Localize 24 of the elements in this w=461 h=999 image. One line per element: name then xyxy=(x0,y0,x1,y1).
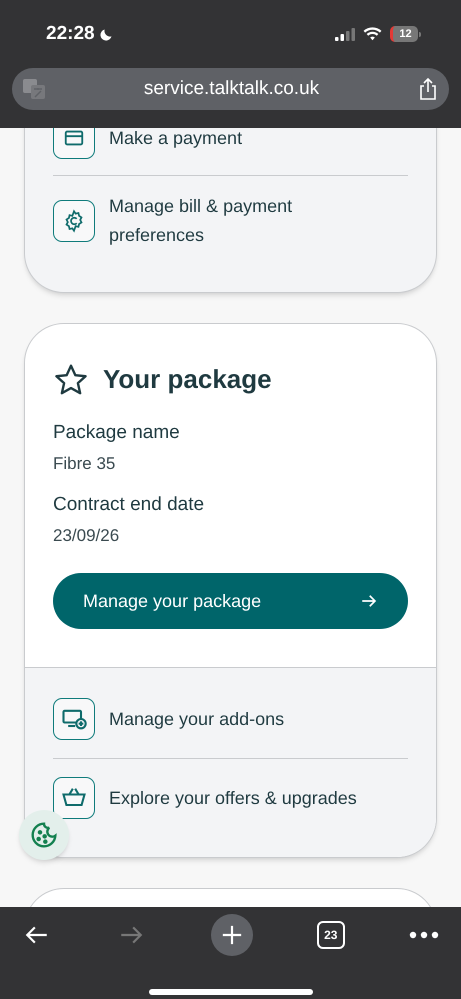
plus-icon xyxy=(220,924,242,946)
address-bar[interactable]: service.talktalk.co.uk xyxy=(12,68,449,110)
field-label: Contract end date xyxy=(53,493,206,517)
wifi-icon xyxy=(363,27,382,41)
share-icon[interactable] xyxy=(417,77,439,101)
star-icon xyxy=(53,362,89,398)
new-tab-button[interactable] xyxy=(210,914,252,956)
section-title: Your package xyxy=(103,363,272,396)
url-text: service.talktalk.co.uk xyxy=(142,76,320,101)
field-value: Fibre 35 xyxy=(53,453,116,475)
battery-icon: 12 xyxy=(390,26,421,42)
moon-icon xyxy=(98,26,114,42)
cookie-button[interactable] xyxy=(19,810,69,860)
tabs-button[interactable]: 23 xyxy=(316,921,345,949)
field-label: Package name xyxy=(53,421,181,445)
menu-link[interactable]: Manage your add-ons xyxy=(109,706,284,732)
clock-time: 22:28 xyxy=(46,22,95,46)
field-value: 23/09/26 xyxy=(53,525,120,547)
more-icon[interactable] xyxy=(409,931,439,939)
menu-link[interactable]: Make a payment xyxy=(109,128,329,152)
signal-icon xyxy=(335,28,355,40)
menu-link[interactable]: Explore your offers & upgrades xyxy=(109,784,357,812)
menu-link[interactable]: Manage bill & payment preferences xyxy=(109,192,329,250)
manage-package-button[interactable]: Manage your package xyxy=(53,573,408,629)
